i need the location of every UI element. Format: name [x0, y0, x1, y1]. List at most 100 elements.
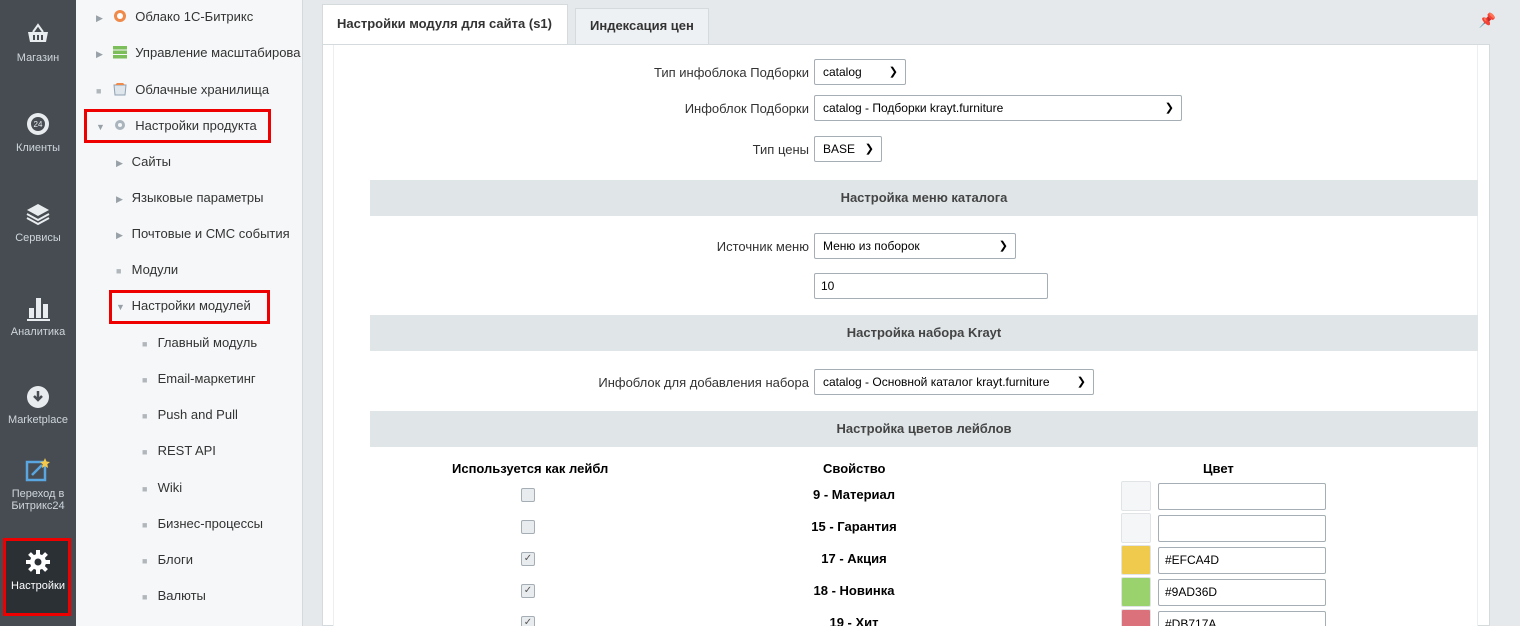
nav-services[interactable]: Сервисы	[0, 200, 76, 244]
color-swatch[interactable]	[1121, 577, 1151, 607]
nav-analytics[interactable]: Аналитика	[0, 294, 76, 338]
tree-item-label: Облако 1С-Битрикс	[135, 9, 254, 24]
nav-settings-label: Настройки	[11, 580, 65, 592]
chevron-down-icon: ❯	[1164, 102, 1174, 114]
collection-type-value: catalog	[823, 65, 862, 79]
col-used-as-label: Используется как лейбл	[452, 461, 609, 476]
server-icon	[112, 46, 127, 59]
tree-item-label: Главный модуль	[157, 335, 258, 350]
tree-item[interactable]: ▶ Управление масштабирова	[96, 41, 300, 65]
tree-item[interactable]: ■ Email-маркетинг	[142, 367, 256, 391]
tree-item[interactable]: ■ Валюты	[142, 584, 206, 608]
section-catalog-menu: Настройка меню каталога	[370, 180, 1478, 216]
tree-item[interactable]: ■ Блоги	[142, 548, 193, 572]
expand-arrow-icon[interactable]: ▶	[96, 6, 108, 30]
row-set-iblock: Инфоблок для добавления набора catalog -…	[334, 369, 1479, 397]
color-swatch[interactable]	[1121, 545, 1151, 575]
color-swatch[interactable]	[1121, 513, 1151, 543]
label-checkbox[interactable]	[521, 488, 535, 502]
menu-source-label: Источник меню	[716, 239, 809, 254]
tree-item[interactable]: ■ Модули	[116, 258, 178, 282]
tree-item[interactable]: ■ Облачные хранилища	[96, 78, 269, 102]
label-checkbox-checked[interactable]: ✓	[521, 584, 535, 598]
label-property: 18 - Новинка	[813, 583, 895, 598]
collection-iblock-label: Инфоблок Подборки	[684, 101, 809, 116]
collection-type-select[interactable]: catalog ❯	[814, 59, 906, 85]
highlight-frame	[109, 290, 270, 324]
bullet-icon: ■	[142, 339, 148, 349]
label-row: 9 - Материал	[334, 480, 1479, 512]
nav-shop[interactable]: Магазин	[0, 20, 76, 64]
label-checkbox[interactable]	[521, 520, 535, 534]
tree-item[interactable]: ▶ Облако 1С-Битрикс	[96, 5, 253, 29]
tree-item-label: Валюты	[157, 588, 206, 603]
tree-item[interactable]: ■ REST API	[142, 439, 216, 463]
collection-iblock-select[interactable]: catalog - Подборки krayt.furniture ❯	[814, 95, 1182, 121]
menu-source-select[interactable]: Меню из поборок ❯	[814, 233, 1016, 259]
tree-item[interactable]: ■ Главный модуль	[142, 331, 257, 355]
chevron-down-icon: ❯	[1076, 376, 1086, 388]
svg-text:24: 24	[34, 120, 43, 129]
nav-bitrix24[interactable]: Переход в Битрикс24	[0, 456, 76, 512]
tree-item-label: Бизнес-процессы	[157, 516, 263, 531]
color-swatch[interactable]	[1121, 609, 1151, 626]
label-property: 15 - Гарантия	[811, 519, 897, 534]
tree-item[interactable]: ■ Бизнес-процессы	[142, 512, 263, 536]
tab-site-settings[interactable]: Настройки модуля для сайта (s1)	[322, 4, 568, 44]
section-label-colors: Настройка цветов лейблов	[370, 411, 1478, 447]
tree-item-label: Языковые параметры	[131, 190, 264, 205]
left-icon-bar: Магазин 24 Клиенты Сервисы Аналитика Mar…	[0, 0, 76, 626]
label-checkbox-checked[interactable]: ✓	[521, 616, 535, 626]
price-type-value: BASE	[823, 142, 856, 156]
chevron-down-icon: ❯	[888, 66, 898, 78]
color-swatch[interactable]	[1121, 481, 1151, 511]
chevron-down-icon: ❯	[998, 240, 1008, 252]
row-menu-source: Источник меню Меню из поборок ❯	[334, 233, 1479, 261]
menu-source-value: Меню из поборок	[823, 239, 920, 253]
nav-marketplace[interactable]: Marketplace	[0, 382, 76, 426]
color-input[interactable]	[1158, 483, 1326, 510]
expand-arrow-icon[interactable]: ▶	[116, 187, 128, 211]
tree-item-label: REST API	[157, 443, 216, 458]
layers-icon	[26, 204, 50, 226]
cloud-download-icon	[27, 386, 49, 408]
color-input[interactable]: #9AD36D	[1158, 579, 1326, 606]
tree-item-label: Wiki	[157, 480, 183, 495]
color-input[interactable]: #DB717A	[1158, 611, 1326, 626]
set-iblock-select[interactable]: catalog - Основной каталог krayt.furnitu…	[814, 369, 1094, 395]
color-input[interactable]: #EFCA4D	[1158, 547, 1326, 574]
pin-icon[interactable]: 📌	[1479, 12, 1496, 29]
expand-arrow-icon[interactable]: ▶	[116, 223, 128, 247]
tree-item[interactable]: ■ Push and Pull	[142, 403, 238, 427]
row-menu-count: 10	[334, 273, 1479, 301]
tree-item[interactable]: ▶ Языковые параметры	[116, 186, 263, 210]
edit-star-icon	[25, 458, 50, 482]
expand-arrow-icon[interactable]: ▶	[96, 42, 108, 66]
bullet-icon: ■	[142, 592, 148, 602]
row-price-type: Тип цены BASE ❯	[334, 136, 1479, 164]
expand-arrow-icon[interactable]: ▶	[116, 151, 128, 175]
col-property: Свойство	[823, 461, 886, 476]
admin-menu-tree: ▶ Облако 1С-Битрикс ▶ Управление масштаб…	[76, 0, 303, 626]
bullet-icon: ■	[142, 375, 148, 385]
nav-settings[interactable]: Настройки	[0, 548, 76, 592]
label-checkbox-checked[interactable]: ✓	[521, 552, 535, 566]
bullet-icon: ■	[116, 266, 122, 276]
bullet-icon: ■	[142, 447, 148, 457]
tree-item[interactable]: ▶ Сайты	[116, 150, 171, 174]
nav-analytics-label: Аналитика	[10, 326, 66, 338]
tree-item[interactable]: ■ Wiki	[142, 476, 182, 500]
nav-services-label: Сервисы	[15, 232, 61, 244]
nav-bitrix24-label: Переход в Битрикс24	[11, 488, 65, 512]
nav-clients-label: Клиенты	[15, 142, 61, 154]
clock-24-icon: 24	[27, 113, 49, 135]
tree-item-label: Модули	[131, 262, 179, 277]
tree-item[interactable]: ▶ Почтовые и СМС события	[116, 222, 290, 246]
nav-clients[interactable]: 24 Клиенты	[0, 110, 76, 154]
price-type-label: Тип цены	[752, 142, 809, 157]
color-input[interactable]	[1158, 515, 1326, 542]
tab-price-indexing[interactable]: Индексация цен	[575, 8, 709, 44]
tree-item-label: Push and Pull	[157, 407, 238, 422]
menu-count-input[interactable]: 10	[814, 273, 1048, 299]
price-type-select[interactable]: BASE ❯	[814, 136, 882, 162]
